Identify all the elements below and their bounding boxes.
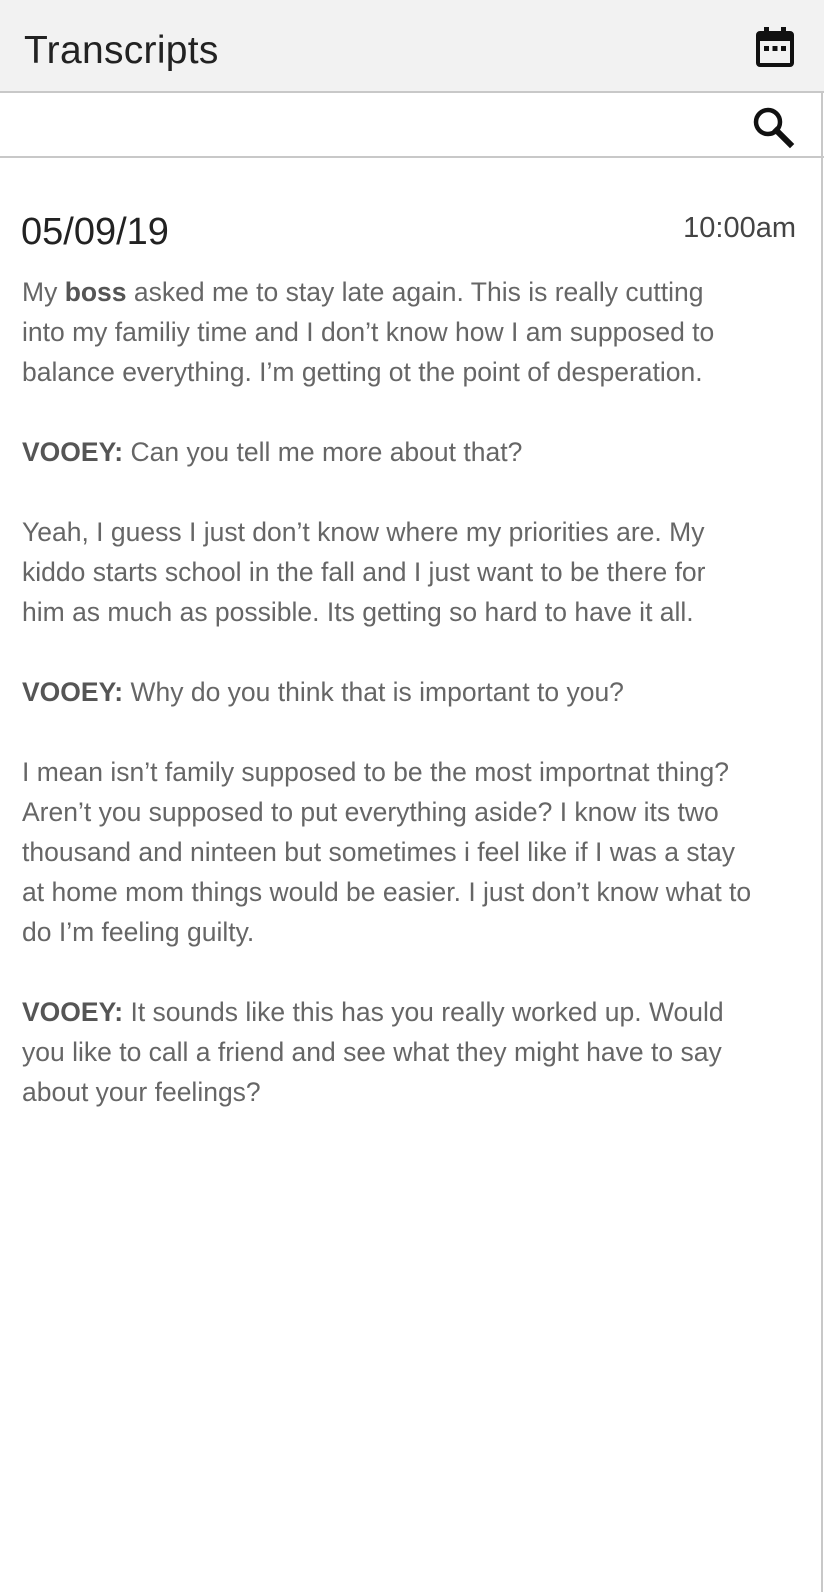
search-icon[interactable] xyxy=(752,106,796,150)
speaker-label: VOOEY: xyxy=(22,997,124,1027)
transcript-body: My boss asked me to stay late again. Thi… xyxy=(22,272,752,1152)
user-message: I mean isn’t family supposed to be the m… xyxy=(22,752,752,952)
message-text: Why do you think that is important to yo… xyxy=(123,677,624,707)
app-header: Transcripts xyxy=(0,0,824,93)
message-text: I mean isn’t family supposed to be the m… xyxy=(22,757,752,947)
entry-time: 10:00am xyxy=(683,212,796,244)
speaker-label: VOOEY: xyxy=(22,677,124,707)
content-divider xyxy=(821,93,823,1592)
message-text: asked me to stay late again. This is rea… xyxy=(22,277,715,387)
user-message: Yeah, I guess I just don’t know where my… xyxy=(22,512,752,632)
user-message: My boss asked me to stay late again. Thi… xyxy=(22,272,752,392)
message-text: My xyxy=(22,277,65,307)
assistant-message: VOOEY: Can you tell me more about that? xyxy=(22,432,752,472)
search-bar xyxy=(0,93,824,158)
highlighted-keyword[interactable]: boss xyxy=(65,277,127,307)
calendar-icon[interactable] xyxy=(756,27,798,69)
page-title: Transcripts xyxy=(24,29,219,72)
entry-date: 05/09/19 xyxy=(21,211,169,253)
speaker-label: VOOEY: xyxy=(22,437,124,467)
transcripts-screen: Transcripts 05/09/19 10:00am My boss ask… xyxy=(0,0,824,1592)
message-text: Yeah, I guess I just don’t know where my… xyxy=(22,517,706,627)
message-text: Can you tell me more about that? xyxy=(123,437,523,467)
search-input[interactable] xyxy=(16,101,740,151)
message-text: It sounds like this has you really worke… xyxy=(22,997,724,1107)
assistant-message: VOOEY: It sounds like this has you reall… xyxy=(22,992,752,1112)
assistant-message: VOOEY: Why do you think that is importan… xyxy=(22,672,752,712)
